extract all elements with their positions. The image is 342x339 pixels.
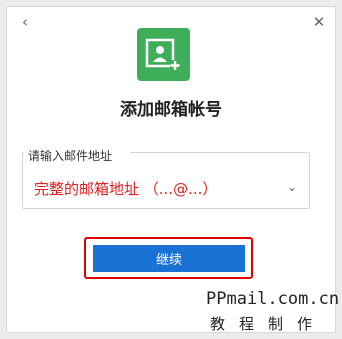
add-contact-icon xyxy=(137,28,190,81)
dialog-title: 添加邮箱帐号 xyxy=(120,100,222,120)
continue-button[interactable]: 继续 xyxy=(93,245,245,272)
close-icon[interactable]: ✕ xyxy=(308,11,330,33)
watermark-site: PPmail.com.cn xyxy=(206,289,340,309)
chevron-down-icon[interactable]: ⌄ xyxy=(287,180,297,194)
back-icon[interactable]: ‹ xyxy=(14,11,36,33)
email-field-label: 请输入邮件地址 xyxy=(28,149,113,163)
watermark-caption: 教程制作 xyxy=(210,315,327,333)
email-field-value[interactable]: 完整的邮箱地址 （...@...） xyxy=(34,178,217,199)
